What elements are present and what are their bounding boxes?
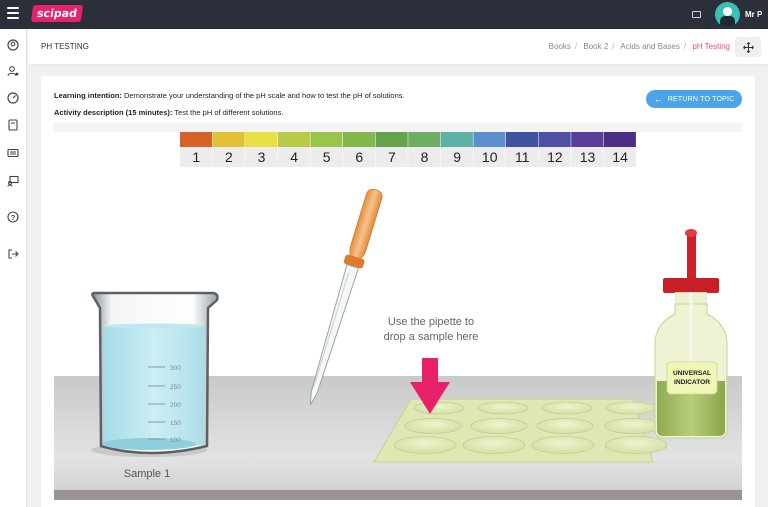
indicator-label-line-2: INDICATOR [674, 379, 710, 386]
ph-number-7: 7 [388, 149, 396, 165]
ph-scale: 1 2 3 4 5 6 7 8 9 10 11 12 13 14 [53, 123, 742, 167]
activity-card: Learning intention: Demonstrate your und… [41, 76, 755, 507]
ph-number-2: 2 [225, 149, 233, 165]
breadcrumb-acids-and-bases[interactable]: Acids and Bases [620, 42, 680, 51]
ph-number-1: 1 [192, 149, 200, 165]
tile-well-11[interactable] [531, 436, 595, 454]
instruction-line-2: drop a sample here [384, 331, 479, 343]
ph-color-10 [473, 132, 506, 147]
dashboard-icon[interactable] [7, 92, 19, 104]
ph-number-10: 10 [482, 149, 498, 165]
breadcrumb-book-2[interactable]: Book 2 [583, 42, 608, 51]
ph-number-14: 14 [612, 149, 628, 165]
ph-number-9: 9 [453, 149, 461, 165]
sample-label: Sample 1 [124, 468, 170, 480]
ph-color-13 [571, 132, 604, 147]
breadcrumb: Books / Book 2/ Acids and Bases / pH Testi… [548, 42, 730, 51]
card-icon[interactable] [692, 11, 701, 18]
ph-color-12 [538, 132, 571, 147]
beaker-mark-300: 300 [170, 365, 181, 372]
ph-color-2 [212, 132, 245, 147]
class-icon[interactable] [7, 147, 19, 159]
tile-well-4[interactable] [605, 401, 657, 415]
tile-well-7[interactable] [536, 418, 594, 434]
tile-well-3[interactable] [541, 401, 593, 415]
ph-number-8: 8 [421, 149, 429, 165]
user-name[interactable]: Mr P [745, 10, 762, 19]
ph-number-4: 4 [290, 149, 298, 165]
ph-color-7 [375, 132, 408, 147]
page-header: PH TESTING Books / Book 2/ Acids and Base… [28, 29, 768, 65]
ph-color-5 [310, 132, 343, 147]
page-title: PH TESTING [41, 42, 89, 51]
ph-color-8 [408, 132, 441, 147]
beaker-mark-100: 100 [170, 437, 181, 444]
pipette[interactable] [301, 187, 386, 408]
tile-well-1[interactable] [413, 401, 465, 415]
beaker-mark-250: 250 [170, 384, 181, 391]
tile-well-9[interactable] [393, 436, 457, 454]
breadcrumb-books[interactable]: Books [549, 42, 571, 51]
beaker-sample-1[interactable]: 300 250 200 150 100 [91, 291, 219, 457]
ph-number-12: 12 [547, 149, 563, 165]
indicator-label-line-1: UNIVERSAL [673, 370, 711, 377]
ph-color-3 [245, 132, 278, 147]
ph-number-11: 11 [515, 149, 530, 165]
ph-number-13: 13 [580, 149, 596, 165]
menu-icon[interactable] [7, 7, 19, 21]
spotting-tile[interactable] [373, 398, 668, 463]
book-icon[interactable] [7, 119, 19, 131]
ph-color-1 [180, 132, 213, 147]
bench-edge [54, 490, 742, 500]
ph-color-14 [603, 132, 636, 147]
tile-well-2[interactable] [477, 401, 529, 415]
ph-color-11 [506, 132, 539, 147]
beaker-mark-150: 150 [170, 420, 181, 427]
tile-well-5[interactable] [404, 418, 462, 434]
ph-number-3: 3 [258, 149, 266, 165]
ph-color-6 [343, 132, 376, 147]
user-settings-icon[interactable] [7, 65, 19, 77]
tile-well-10[interactable] [462, 436, 526, 454]
logo[interactable]: scipad [30, 5, 84, 22]
avatar[interactable] [715, 2, 740, 27]
move-icon [742, 41, 754, 53]
breadcrumb-ph-testing: pH Testing [692, 42, 730, 51]
top-bar: scipad Mr P [0, 0, 768, 29]
help-icon[interactable]: ? [7, 211, 19, 223]
instruction-line-1: Use the pipette to [388, 316, 474, 328]
universal-indicator-bottle[interactable]: UNIVERSAL INDICATOR [654, 229, 728, 439]
sidebar: ? [0, 29, 27, 507]
tile-well-8[interactable] [604, 418, 662, 434]
ph-color-9 [440, 132, 473, 147]
beaker-mark-200: 200 [170, 402, 181, 409]
ph-number-5: 5 [323, 149, 331, 165]
svg-text:?: ? [11, 213, 16, 222]
account-icon[interactable] [7, 39, 19, 51]
presentation-icon[interactable] [7, 175, 19, 187]
tile-well-12[interactable] [604, 436, 668, 454]
fullscreen-button[interactable] [735, 37, 761, 57]
ph-color-4 [277, 132, 310, 147]
ph-number-6: 6 [355, 149, 363, 165]
tile-well-6[interactable] [470, 418, 528, 434]
logout-icon[interactable] [7, 248, 19, 260]
lab-scene: 1 2 3 4 5 6 7 8 9 10 11 12 13 14 300 250 200 150 100 … [53, 123, 742, 500]
